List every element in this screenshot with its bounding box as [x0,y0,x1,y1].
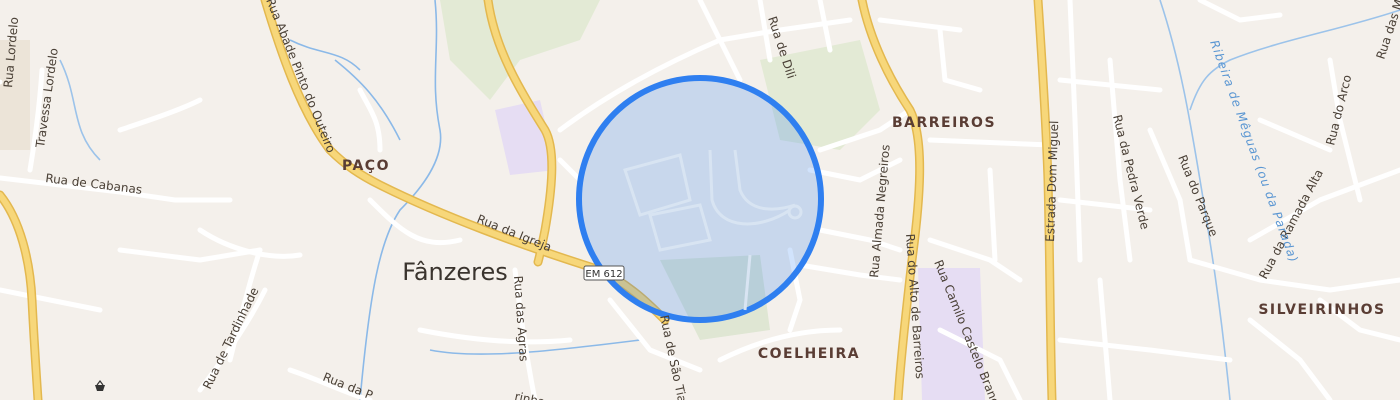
stream [59,59,101,161]
map-layer: EM 612 Rua Lordelo Travessa Lordelo Rua … [0,0,1400,400]
road-label: Rua de Tardinhade [200,285,261,391]
road-label: Rua Almada Negreiros [867,144,893,278]
place-label: SILVEIRINHOS [1258,302,1385,318]
road-label: Rua da Pedra Verde [1110,113,1152,231]
map-canvas[interactable]: EM 612 Rua Lordelo Travessa Lordelo Rua … [0,0,1400,400]
water-label: Ribeira de Mêguas (ou da Parada) [1207,38,1301,265]
road-label: Rua das Mili [1374,0,1400,61]
town-label: Fânzeres [402,258,508,286]
place-label: COELHEIRA [758,346,860,362]
road-label: rinha [513,389,546,400]
highlight-circle[interactable] [576,75,824,323]
road-label: Rua das Agras [511,275,531,362]
road-shield: EM 612 [583,265,625,281]
shopping-basket-icon[interactable] [93,380,107,394]
road-label: Rua Abade Pinto do Outeiro [263,0,338,155]
place-label: BARREIROS [892,115,996,131]
road-label: Rua de Cabanas [45,171,143,197]
road-shield-ref: EM 612 [585,269,622,280]
highlight-area[interactable] [576,75,824,323]
road-label: Estrada Dom Miguel [1043,120,1061,242]
road-label: Rua da P [321,370,375,400]
place-label: PAÇO [342,158,390,174]
road-label: Rua do Arco [1323,73,1354,146]
